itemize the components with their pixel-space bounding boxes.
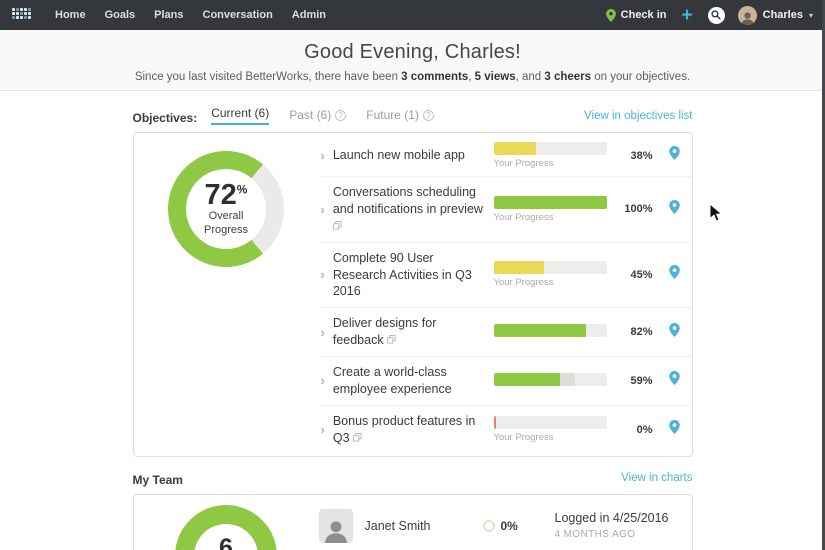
objectives-card: 72% Overall Progress › Launch new mobile… <box>132 132 693 457</box>
team-objectives-donut: 6 Objectives <box>175 504 277 550</box>
objective-title[interactable]: Conversations scheduling and notificatio… <box>332 184 494 235</box>
team-card: 6 Objectives 5 1 0 Janet Smith 0% Logged… <box>132 493 693 550</box>
progress-percent: 100% <box>624 203 653 216</box>
objective-row[interactable]: › Deliver designs for feedback 82% <box>318 308 692 357</box>
objective-row[interactable]: › Bonus product features in Q3 Your Prog… <box>319 406 692 454</box>
search-icon <box>711 10 721 20</box>
mouse-cursor <box>709 203 723 222</box>
member-progress: 0% <box>482 519 555 533</box>
expand-chevron-icon[interactable]: › <box>321 423 325 436</box>
progress-bar <box>493 324 607 340</box>
user-name: Charles <box>762 9 803 21</box>
team-label: My Team <box>132 472 183 487</box>
progress-bar <box>493 372 607 389</box>
greeting-message: Since you last visited BetterWorks, ther… <box>134 71 691 83</box>
member-activity: Logged in 4/25/2016 4 MONTHS AGO <box>555 511 680 540</box>
progress-percent: 45% <box>630 268 653 281</box>
check-in-label: Check in <box>620 9 667 21</box>
objectives-header: Objectives: Current (6) Past (6)? Future… <box>133 106 693 125</box>
team-header: My Team View in charts <box>133 472 693 487</box>
search-button[interactable] <box>707 6 725 24</box>
nav-item-admin[interactable]: Admin <box>292 9 326 21</box>
team-list: Janet Smith 0% Logged in 4/25/2016 4 MON… <box>318 495 692 550</box>
check-in-button[interactable]: Check in <box>605 8 667 22</box>
your-progress-label: Your Progress <box>493 277 554 289</box>
info-icon: ? <box>422 109 434 121</box>
info-icon: ? <box>335 109 347 121</box>
team-member-row[interactable]: Janet Smith 0% Logged in 4/25/2016 4 MON… <box>318 501 692 550</box>
progress-bar: Your Progress <box>493 142 607 169</box>
objective-row[interactable]: › Launch new mobile app Your Progress 38… <box>318 135 692 177</box>
progress-percent: 38% <box>630 149 653 162</box>
progress-bar: Your Progress <box>493 195 607 223</box>
objectives-list: › Launch new mobile app Your Progress 38… <box>318 133 692 456</box>
check-in-pin-icon[interactable] <box>668 265 680 284</box>
user-avatar <box>737 5 757 25</box>
nav-item-conversation[interactable]: Conversation <box>203 9 273 21</box>
tab-past[interactable]: Past (6)? <box>289 108 347 125</box>
activity-time: 4 MONTHS AGO <box>554 529 636 540</box>
check-in-pin-icon[interactable] <box>668 322 680 342</box>
progress-percent: 0% <box>636 423 653 436</box>
expand-chevron-icon[interactable]: › <box>321 326 325 339</box>
app-launcher-icon[interactable] <box>12 7 33 23</box>
member-name[interactable]: Janet Smith <box>365 519 483 533</box>
copy-icon <box>332 220 342 230</box>
expand-chevron-icon[interactable]: › <box>321 149 325 162</box>
objective-title[interactable]: Launch new mobile app <box>333 147 494 164</box>
your-progress-label: Your Progress <box>493 432 554 444</box>
check-in-pin-icon[interactable] <box>668 146 680 165</box>
your-progress-label: Your Progress <box>493 211 554 223</box>
greeting-title: Good Evening, Charles! <box>304 41 521 63</box>
view-objectives-list-link[interactable]: View in objectives list <box>584 110 692 125</box>
tab-future[interactable]: Future (1)? <box>366 108 434 125</box>
location-pin-icon <box>605 8 616 22</box>
greeting-banner: Good Evening, Charles! Since you last vi… <box>0 30 825 91</box>
chevron-down-icon: ▾ <box>808 10 813 20</box>
progress-bar: Your Progress <box>493 261 607 289</box>
user-menu[interactable]: Charles ▾ <box>737 5 813 25</box>
your-progress-label: Your Progress <box>493 158 554 169</box>
nav-item-goals[interactable]: Goals <box>105 9 136 21</box>
check-in-pin-icon[interactable] <box>668 199 680 219</box>
top-nav: Home Goals Plans Conversation Admin Chec… <box>0 0 825 30</box>
progress-percent: 82% <box>630 326 653 339</box>
team-objectives-count: 6 <box>219 533 233 550</box>
comments-count: 3 comments <box>401 71 469 83</box>
add-button[interactable]: + <box>680 6 695 25</box>
empty-progress-ring-icon <box>482 519 495 532</box>
copy-icon <box>387 335 396 344</box>
expand-chevron-icon[interactable]: › <box>321 374 325 387</box>
overall-label-1: Overall <box>208 209 244 222</box>
objectives-label: Objectives: <box>132 111 198 125</box>
expand-chevron-icon[interactable]: › <box>321 268 325 281</box>
objective-row[interactable]: › Conversations scheduling and notificat… <box>318 177 692 243</box>
copy-icon <box>353 432 362 442</box>
check-in-pin-icon[interactable] <box>668 371 680 390</box>
view-in-charts-link[interactable]: View in charts <box>621 472 692 487</box>
overall-label-2: Progress <box>203 223 249 236</box>
member-avatar <box>318 508 353 543</box>
views-count: 5 views <box>474 71 516 83</box>
overall-progress-donut: 72% Overall Progress <box>168 151 284 267</box>
nav-item-home[interactable]: Home <box>55 9 86 21</box>
progress-percent: 59% <box>630 374 653 387</box>
objective-row[interactable]: › Create a world-class employee experien… <box>318 357 692 406</box>
objective-title[interactable]: Deliver designs for feedback <box>333 315 494 349</box>
objective-title[interactable]: Bonus product features in Q3 <box>333 413 494 447</box>
overall-progress-value: 72% <box>204 178 248 211</box>
check-in-pin-icon[interactable] <box>668 420 680 439</box>
objective-title[interactable]: Complete 90 User Research Activities in … <box>333 250 494 301</box>
progress-bar: Your Progress <box>493 416 607 444</box>
nav-item-plans[interactable]: Plans <box>154 9 183 21</box>
objective-title[interactable]: Create a world-class employee experience <box>333 364 494 398</box>
objective-row[interactable]: › Complete 90 User Research Activities i… <box>318 243 692 309</box>
expand-chevron-icon[interactable]: › <box>321 203 325 216</box>
cheers-count: 3 cheers <box>544 71 592 83</box>
tab-current[interactable]: Current (6) <box>211 106 270 125</box>
